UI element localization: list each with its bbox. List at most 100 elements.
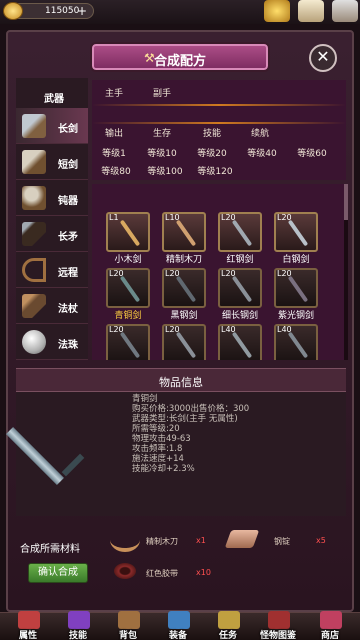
scroll-thumb[interactable]	[344, 184, 348, 220]
item-cast-speed-line: 施法速度+14	[132, 454, 184, 464]
filter-level-120[interactable]: 等级120	[192, 164, 238, 180]
backpack-icon	[118, 611, 140, 629]
filter-off-hand[interactable]: 副手	[148, 86, 176, 102]
filter-level-80[interactable]: 等级80	[96, 164, 136, 180]
sword-icon	[175, 275, 197, 303]
settings-icon[interactable]	[332, 0, 358, 22]
trophy-icon[interactable]	[264, 0, 290, 22]
item-slot[interactable]: L20	[274, 268, 318, 308]
gold-coin-icon	[3, 2, 23, 20]
nav-label: 属性	[18, 631, 37, 640]
item-slot[interactable]: L20	[106, 324, 150, 360]
item-slot[interactable]: L20	[162, 324, 206, 360]
category-blunt[interactable]: 钝器	[16, 180, 88, 216]
top-bar: 115050 +	[0, 0, 360, 24]
item-slot[interactable]: L20	[274, 212, 318, 252]
gold-amount: 115050	[45, 6, 80, 16]
filter-level-60[interactable]: 等级60	[292, 146, 332, 162]
close-button[interactable]: ✕	[309, 44, 337, 72]
sword-icon	[287, 331, 309, 359]
nav-bestiary[interactable]: 怪物图鉴	[254, 611, 302, 640]
item-name-selected: 青铜剑	[114, 311, 142, 321]
filter-level-100[interactable]: 等级100	[142, 164, 188, 180]
item-cooldown-line: 技能冷却+2.3%	[132, 464, 195, 474]
category-shortsword[interactable]: 短剑	[16, 144, 88, 180]
filter-level-10[interactable]: 等级10	[142, 146, 182, 162]
confirm-craft-button[interactable]: 确认合成	[28, 563, 88, 583]
category-label: 法杖	[58, 304, 78, 315]
filter-level-40[interactable]: 等级40	[242, 146, 282, 162]
filter-type-survival[interactable]: 生存	[148, 126, 176, 142]
nav-shop[interactable]: 商店	[306, 611, 354, 640]
item-slot[interactable]: L20	[106, 268, 150, 308]
grid-scrollbar[interactable]	[344, 184, 348, 360]
filter-level-20[interactable]: 等级20	[192, 146, 232, 162]
nav-label: 装备	[168, 631, 187, 640]
nav-attributes[interactable]: 属性	[4, 611, 52, 640]
item-level-line: 所需等级:20	[132, 424, 180, 434]
spear-icon	[22, 222, 46, 246]
nav-label: 背包	[118, 631, 137, 640]
item-slot[interactable]: L40	[218, 324, 262, 360]
sword-icon	[175, 219, 197, 247]
item-slot[interactable]: L20	[218, 212, 262, 252]
item-price-line: 购买价格:3000出售价格：300	[132, 404, 250, 414]
item-info-header: 物品信息	[16, 368, 346, 392]
bestiary-icon	[268, 611, 290, 629]
nav-quests[interactable]: 任务	[204, 611, 252, 640]
category-spear[interactable]: 长矛	[16, 216, 88, 252]
quests-icon	[218, 611, 240, 629]
sword-icon	[231, 331, 253, 359]
filter-type-skill[interactable]: 技能	[198, 126, 226, 142]
category-label: 长矛	[58, 232, 78, 243]
sword-icon	[231, 219, 253, 247]
material-name: 红色胶带	[146, 569, 178, 578]
item-name: 红钢剑	[226, 255, 254, 265]
item-slot[interactable]: L20	[218, 268, 262, 308]
item-name-line: 青铜剑	[132, 394, 158, 404]
item-slot[interactable]: L40	[274, 324, 318, 360]
category-label: 法珠	[58, 340, 78, 351]
filter-type-sustain[interactable]: 续航	[246, 126, 274, 142]
nav-label: 怪物图鉴	[259, 631, 296, 640]
material-name: 钢锭	[274, 537, 290, 546]
filter-type-output[interactable]: 输出	[100, 126, 128, 142]
category-staff[interactable]: 法杖	[16, 288, 88, 324]
nav-skills[interactable]: 技能	[54, 611, 102, 640]
category-label: 钝器	[58, 196, 78, 207]
nav-equipment[interactable]: 装备	[154, 611, 202, 640]
scroll-icon[interactable]	[298, 0, 324, 22]
category-label: 短剑	[58, 160, 78, 171]
item-attack-line: 物理攻击49-63	[132, 434, 191, 444]
nav-backpack[interactable]: 背包	[104, 611, 152, 640]
sword-icon	[119, 219, 141, 247]
filter-level-1[interactable]: 等级1	[96, 146, 132, 162]
sword-icon	[287, 275, 309, 303]
item-name: 紫光钢剑	[277, 311, 314, 321]
nav-label: 任务	[218, 631, 237, 640]
item-slot[interactable]: L20	[162, 268, 206, 308]
filter-main-hand[interactable]: 主手	[100, 86, 128, 102]
category-ranged[interactable]: 远程	[16, 252, 88, 288]
category-sidebar: 武器 长剑 短剑 钝器 长矛 远程 法杖 法珠	[16, 78, 88, 360]
category-longsword[interactable]: 长剑	[16, 108, 88, 144]
gold-counter: 115050 +	[3, 2, 94, 20]
item-stats: 青铜剑 购买价格:3000出售价格：300 武器类型:长剑(主手 无属性) 所需…	[132, 394, 249, 474]
item-slot[interactable]: L10	[162, 212, 206, 252]
filter-area: 主手 副手 输出 生存 技能 续航 等级1 等级10 等级20 等级40 等级6…	[92, 80, 346, 180]
material-qty: x10	[196, 568, 211, 577]
item-info-title: 物品信息	[159, 376, 203, 389]
sword-icon	[175, 331, 197, 359]
sword-icon	[231, 275, 253, 303]
item-slot[interactable]: L1	[106, 212, 150, 252]
item-name: 细长钢剑	[221, 311, 258, 321]
item-name: 精制木刀	[165, 255, 202, 265]
shortsword-icon	[22, 150, 46, 174]
longsword-icon	[22, 114, 46, 138]
staff-icon	[22, 294, 46, 318]
attributes-icon	[18, 611, 40, 629]
add-gold-button[interactable]: +	[77, 4, 87, 18]
category-orb[interactable]: 法珠	[16, 324, 88, 360]
skills-icon	[68, 611, 90, 629]
shop-icon	[320, 611, 342, 629]
